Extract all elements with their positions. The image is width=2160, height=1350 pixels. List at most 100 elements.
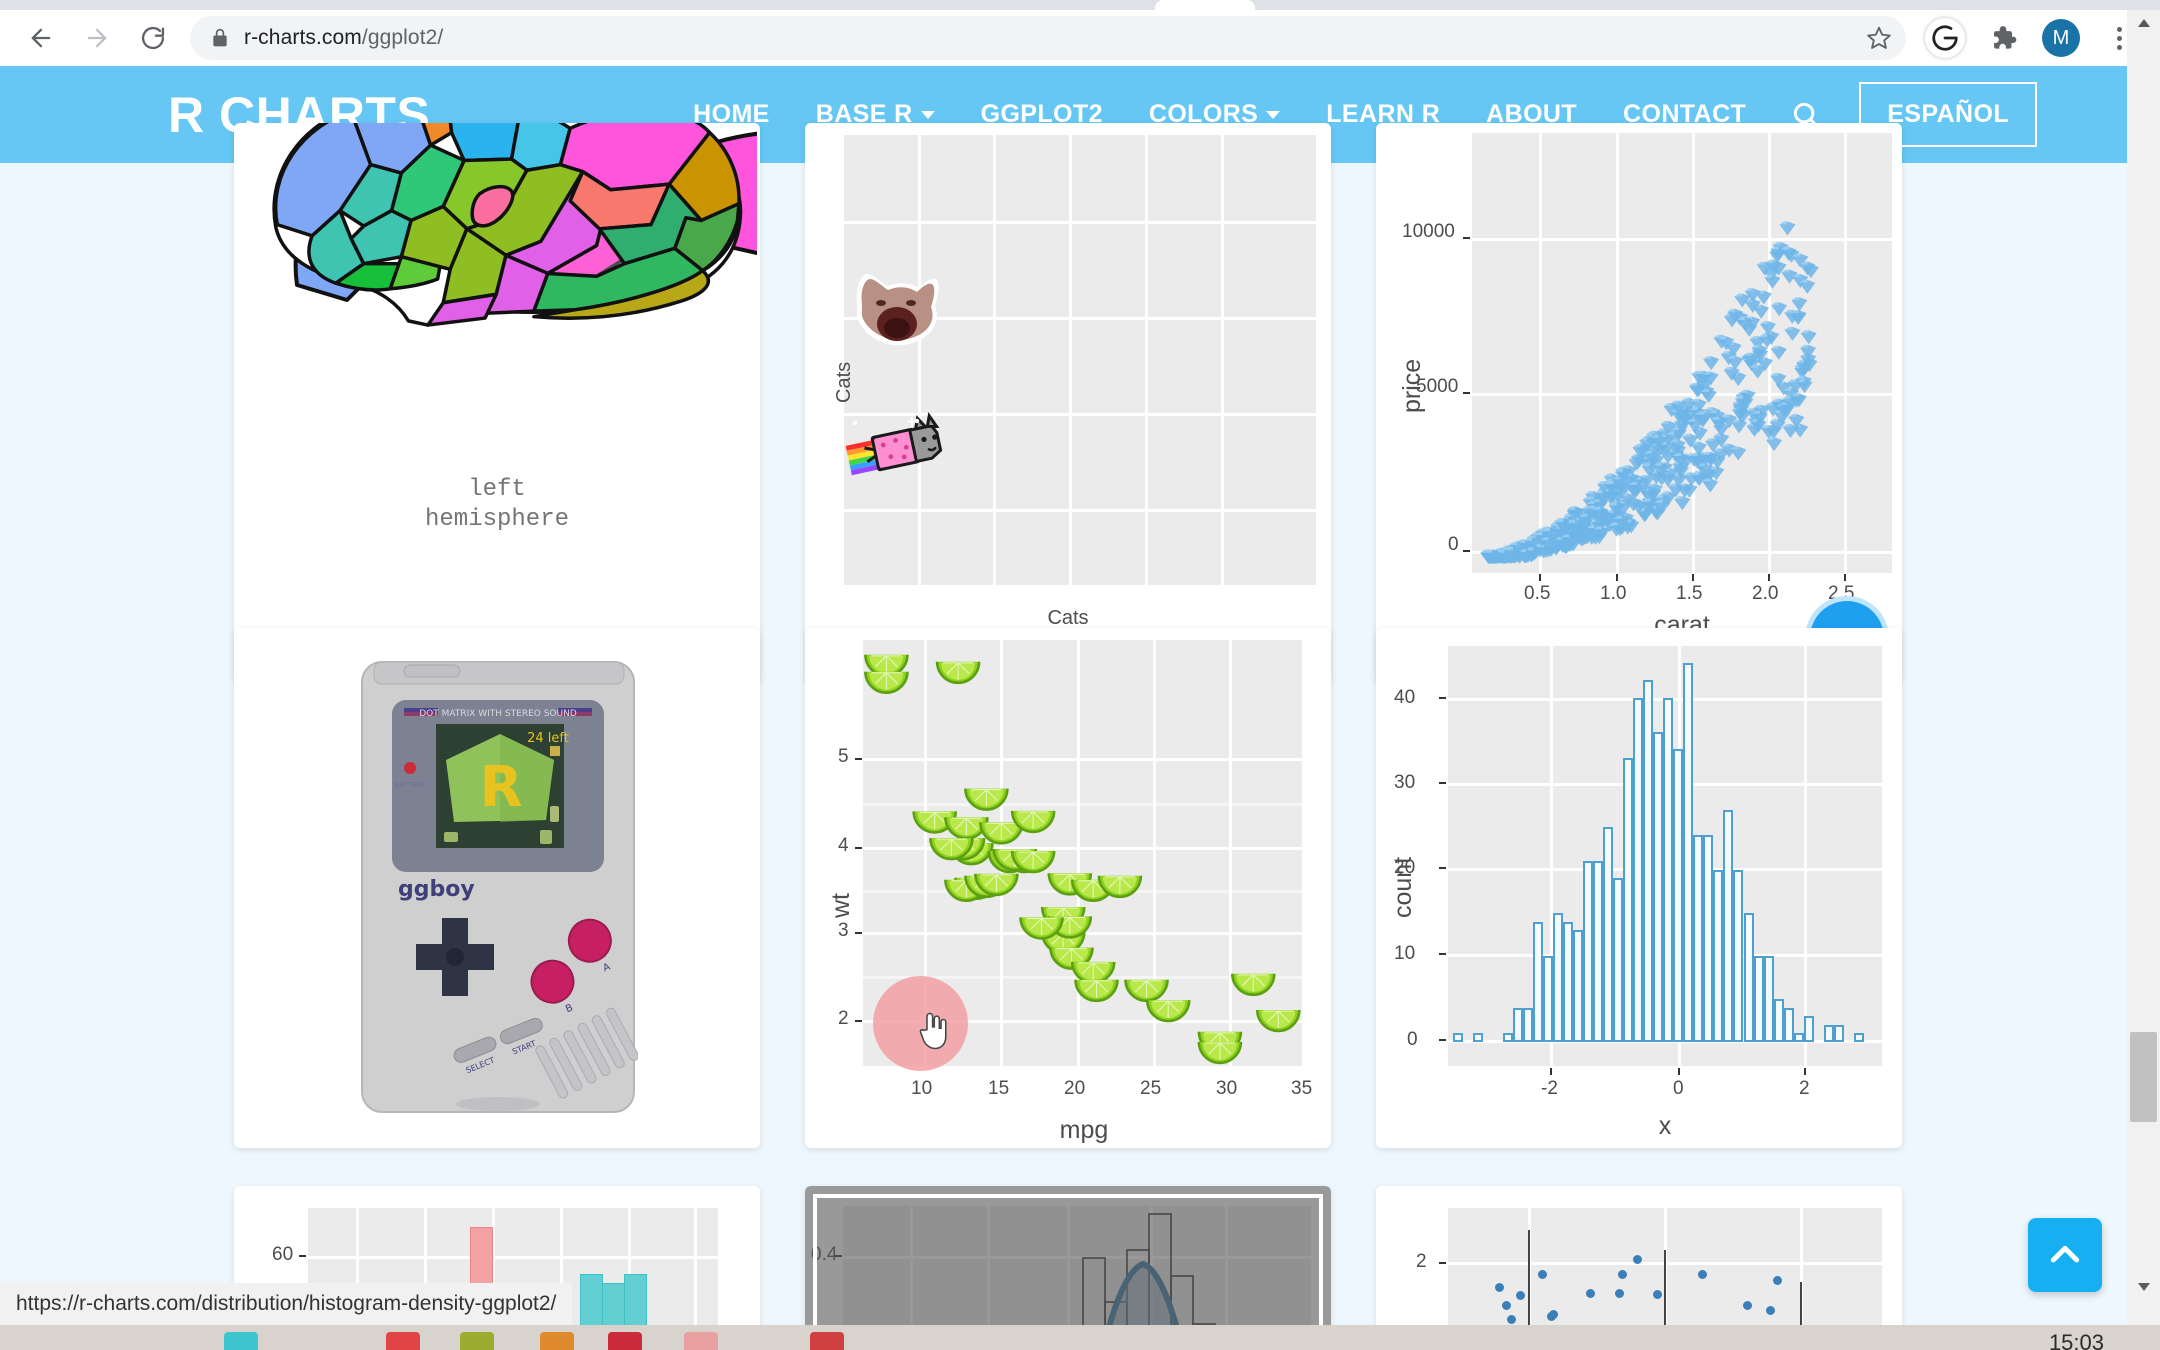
diamonds-xtick: 0.5 — [1524, 583, 1551, 604]
histogram-bar — [1823, 1024, 1834, 1042]
gallery-card-histogram[interactable]: 0 10 20 30 40 -2 0 2 count x — [1376, 628, 1902, 1148]
scrollbar-down-arrow[interactable] — [2127, 1274, 2160, 1300]
histogram-bar — [1803, 1016, 1814, 1042]
jitter-point — [1652, 1290, 1662, 1300]
extensions-puzzle-icon[interactable] — [1980, 15, 2026, 61]
histogram-bar — [1473, 1033, 1483, 1042]
gallery-card-cats[interactable]: Cats Cats — [805, 123, 1331, 683]
gallery-card-diamonds[interactable]: 10000 5000 0 0.5 1.0 1.5 2.0 2.5 price c… — [1376, 123, 1902, 683]
boxplot-plot: 2 1 — [1376, 1186, 1902, 1325]
jitter-point — [1618, 1269, 1627, 1279]
histogram-bar — [1653, 732, 1664, 1042]
limes-x-axis-label: mpg — [1059, 1116, 1109, 1144]
svg-text:24 left: 24 left — [527, 731, 569, 746]
histogram-bar — [1643, 680, 1654, 1042]
back-icon[interactable] — [18, 15, 64, 61]
gallery-grid: left hemisphere Cats Cats 10000 5000 0 0… — [0, 123, 2127, 1325]
histogram-plot: 0 10 20 30 40 -2 0 2 count x — [1376, 628, 1902, 1148]
jitter-point — [1765, 1305, 1775, 1315]
histogram-bar — [1603, 826, 1614, 1042]
os-taskbar: 15:03 — [0, 1325, 2160, 1350]
limes-scatter-plot: 5 4 3 2 10 15 20 25 30 35 wt mpg — [805, 628, 1331, 1148]
limes-xtick: 35 — [1291, 1078, 1313, 1099]
diamonds-scatter-plot: 10000 5000 0 0.5 1.0 1.5 2.0 2.5 price c… — [1376, 123, 1902, 683]
histogram-bar — [1733, 869, 1744, 1042]
boxplot-jitter-points — [1448, 1208, 1882, 1325]
tickmark — [1439, 867, 1446, 869]
jitter-point — [1537, 1270, 1547, 1280]
histogram-bar — [1623, 757, 1634, 1042]
gallery-card-ggboy[interactable]: DOT MATRIX WITH STEREO SOUND R 24 left B… — [234, 628, 760, 1148]
histogram-bar — [1833, 1024, 1844, 1042]
limes-ytick: 4 — [838, 835, 849, 856]
url-text: r-charts.com/ggplot2/ — [244, 26, 443, 50]
tickmark — [1439, 953, 1446, 955]
taskbar-app[interactable] — [684, 1332, 718, 1350]
jitter-point — [1614, 1289, 1624, 1299]
profile-avatar[interactable]: M — [2038, 15, 2084, 61]
tickmark — [855, 932, 862, 934]
tickmark — [1463, 392, 1470, 394]
histogram-bar — [1673, 749, 1684, 1042]
tickmark — [1463, 550, 1470, 552]
tickmark — [1804, 1068, 1806, 1075]
grammarly-extension-icon[interactable] — [1922, 15, 1968, 61]
chevron-down-icon — [920, 110, 935, 119]
cats-panel — [844, 135, 1316, 585]
histogram-bar — [1663, 697, 1674, 1042]
forward-icon[interactable] — [74, 15, 120, 61]
bookmark-star-icon[interactable] — [1866, 25, 1892, 51]
scroll-to-top-button[interactable] — [2028, 1218, 2102, 1292]
gallery-card-limes[interactable]: 5 4 3 2 10 15 20 25 30 35 wt mpg — [805, 628, 1331, 1148]
scrollbar-thumb[interactable] — [2130, 1032, 2157, 1122]
mouse-cursor-pointer — [919, 1012, 947, 1050]
grouped-hist-bar — [602, 1283, 625, 1325]
svg-text:DOT MATRIX WITH STEREO SOUND: DOT MATRIX WITH STEREO SOUND — [419, 709, 577, 719]
histogram-bar — [1453, 1033, 1463, 1042]
tickmark — [855, 847, 862, 849]
limes-y-axis-label: wt — [827, 893, 855, 918]
histogram-bar — [1503, 1033, 1514, 1042]
taskbar-app[interactable] — [810, 1332, 844, 1350]
histogram-bar — [1753, 955, 1764, 1042]
taskbar-app[interactable] — [540, 1332, 574, 1350]
gridline — [993, 135, 996, 585]
histogram-bar — [1683, 663, 1694, 1042]
status-bar-url: https://r-charts.com/distribution/histog… — [0, 1283, 573, 1325]
taskbar-app[interactable] — [224, 1332, 258, 1350]
grouped-hist-bar — [624, 1273, 647, 1325]
taskbar-app[interactable] — [460, 1332, 494, 1350]
tickmark — [1692, 574, 1694, 581]
brain-plot: left hemisphere — [234, 123, 760, 683]
tickmark — [855, 758, 862, 760]
histogram-bar — [1713, 869, 1724, 1042]
jitter-point — [1698, 1270, 1708, 1280]
tickmark — [1439, 1262, 1446, 1264]
gallery-card-density[interactable]: 0.4 0.3 — [805, 1186, 1331, 1325]
brain-caption: left hemisphere — [234, 475, 760, 535]
brain-caption-line1: left — [468, 476, 526, 503]
page-scrollbar[interactable] — [2127, 10, 2160, 1325]
reload-icon[interactable] — [130, 15, 176, 61]
hist-xtick: 0 — [1673, 1078, 1684, 1099]
gallery-card-brain[interactable]: left hemisphere — [234, 123, 760, 683]
taskbar-app[interactable] — [386, 1332, 420, 1350]
diamonds-xtick: 1.0 — [1600, 583, 1627, 604]
gridline — [918, 135, 921, 585]
taskbar-app[interactable] — [608, 1332, 642, 1350]
gallery-card-boxplot[interactable]: 2 1 — [1376, 1186, 1902, 1325]
jitter-point — [1549, 1310, 1559, 1319]
ggboy-illustration: DOT MATRIX WITH STEREO SOUND R 24 left B… — [361, 661, 638, 1113]
gridline — [1069, 135, 1072, 585]
histogram-bar — [1743, 912, 1754, 1042]
histogram-bar — [1593, 861, 1604, 1042]
address-bar[interactable]: r-charts.com/ggplot2/ — [190, 16, 1906, 60]
tickmark — [1539, 574, 1541, 581]
gridline — [844, 509, 1316, 512]
jitter-point — [1516, 1291, 1526, 1300]
brain-hemisphere-shape — [272, 123, 743, 327]
histogram-bar — [1763, 955, 1774, 1042]
scrollbar-up-arrow[interactable] — [2127, 10, 2160, 36]
browser-tab[interactable] — [1155, 0, 1255, 10]
jitter-point — [1586, 1289, 1596, 1299]
